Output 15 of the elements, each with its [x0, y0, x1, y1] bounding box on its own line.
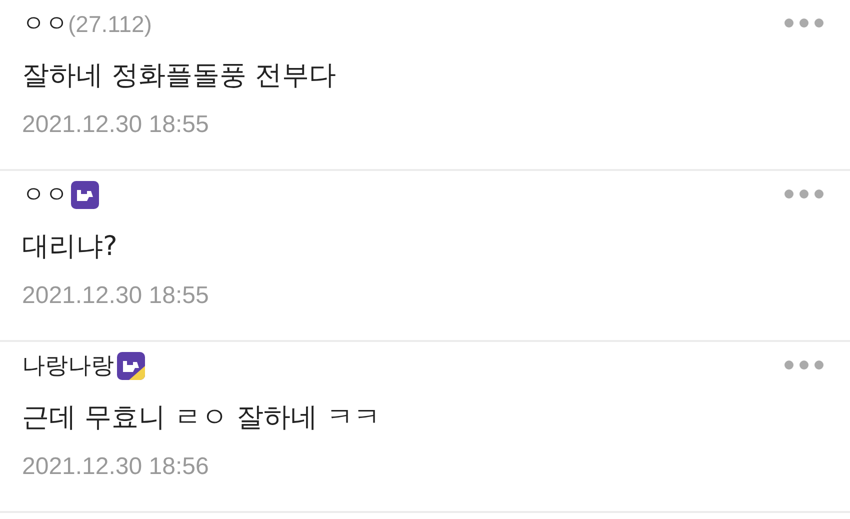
comment-text: 근데 무효니 ㄹㅇ 잘하네 ㅋㅋ [22, 401, 382, 435]
comment-text: 잘하네 정화플돌풍 전부다 [22, 59, 338, 93]
more-options-icon[interactable] [784, 360, 824, 370]
ip-address: (27.112) [68, 10, 152, 39]
author-name: 나랑나랑 [22, 352, 114, 381]
more-options-icon[interactable] [784, 18, 824, 28]
more-options-icon[interactable] [784, 189, 824, 199]
author-name: ㅇㅇ [22, 10, 68, 39]
comment-date: 2021.12.30 18:56 [22, 452, 210, 482]
user-badge-icon [71, 181, 99, 209]
comment-date: 2021.12.30 18:55 [22, 281, 210, 311]
comment-date: 2021.12.30 18:55 [22, 110, 210, 140]
author-name: ㅇㅇ [22, 180, 68, 210]
comment-text: 대리냐? [22, 230, 118, 264]
user-badge-icon [117, 352, 145, 380]
